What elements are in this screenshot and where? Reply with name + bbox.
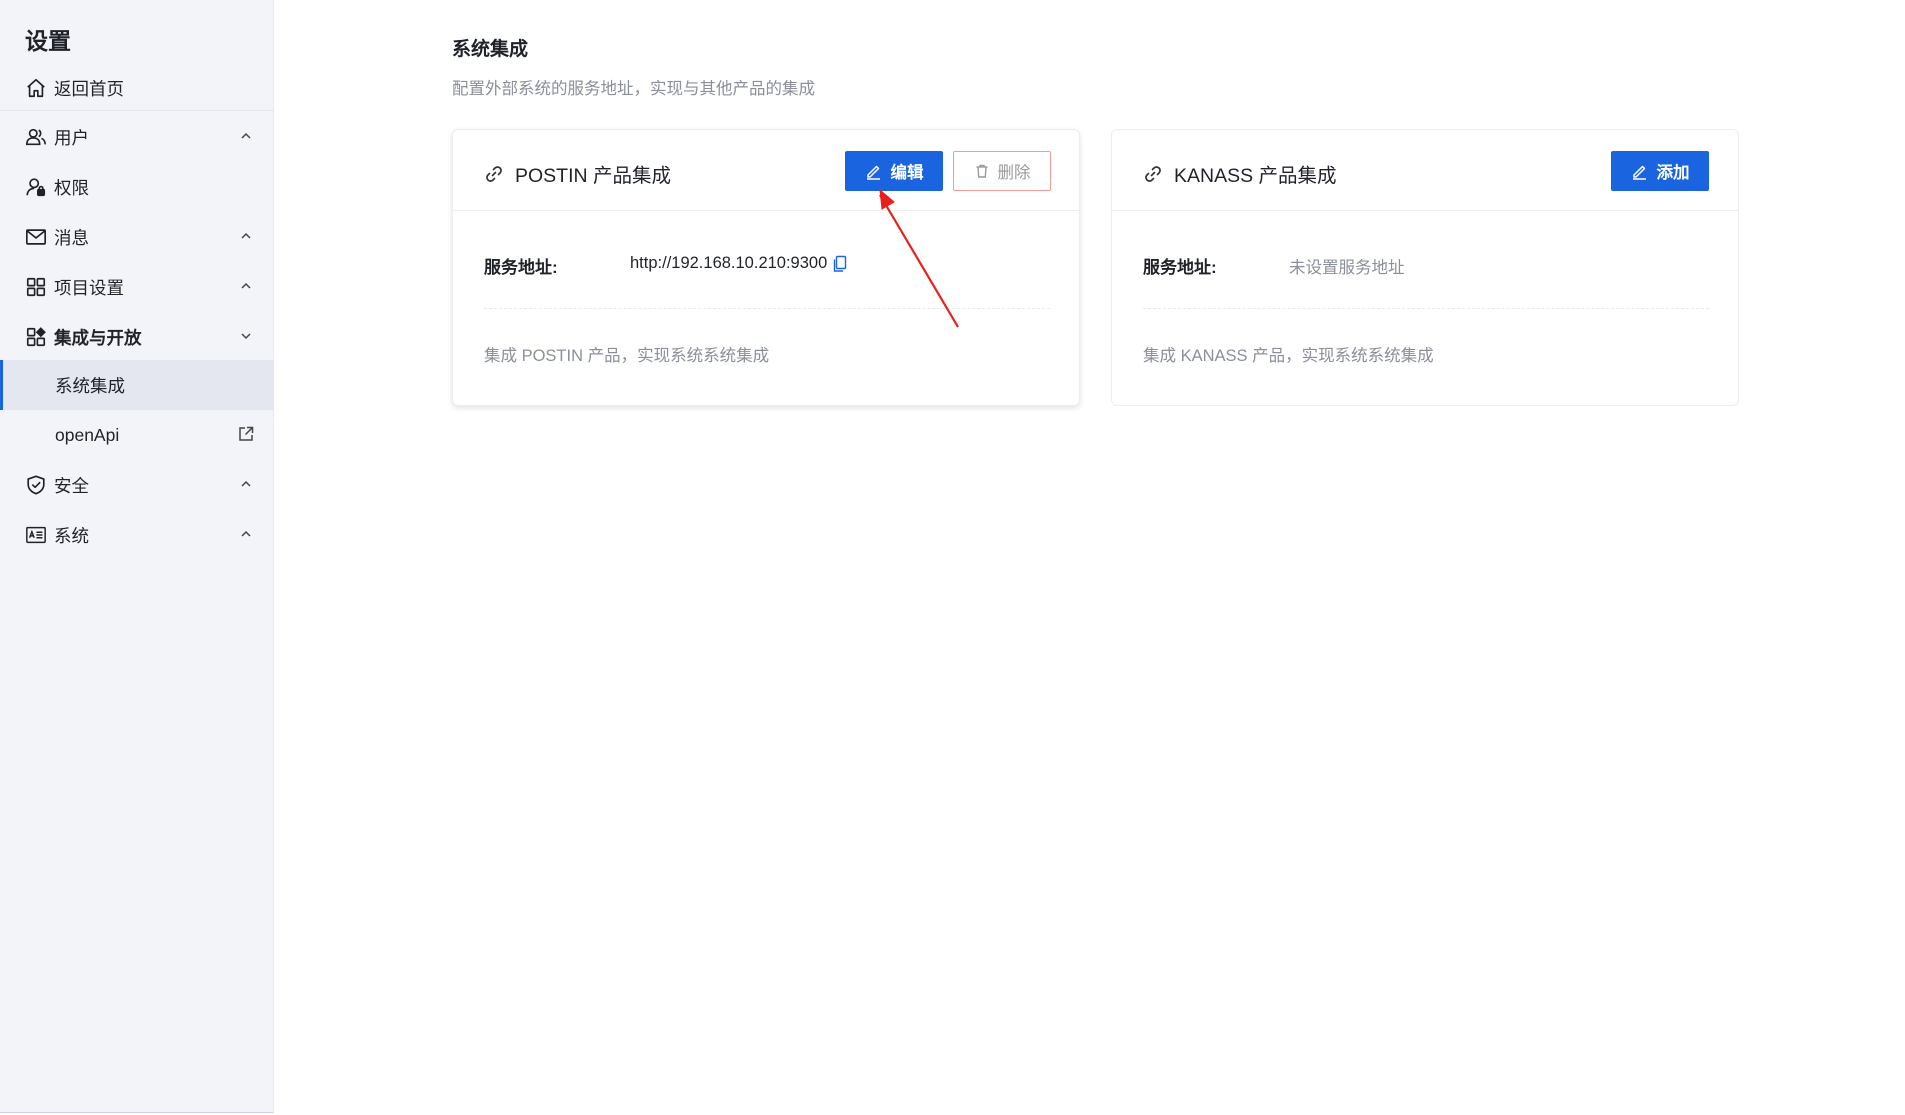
service-address-value: http://192.168.10.210:9300 <box>630 254 848 273</box>
sidebar-title: 设置 <box>25 28 71 54</box>
sidebar-item-label: 安全 <box>54 475 89 496</box>
card-header: KANASS 产品集成 添加 <box>1112 130 1738 211</box>
copy-icon[interactable] <box>832 255 848 273</box>
permission-icon <box>24 175 48 199</box>
sidebar-item-permissions[interactable]: 权限 <box>0 162 274 212</box>
card-title-text: KANASS 产品集成 <box>1174 165 1337 187</box>
card-title-text: POSTIN 产品集成 <box>515 165 672 187</box>
external-link-icon <box>237 425 255 443</box>
trash-icon <box>976 164 987 178</box>
postin-integration-card: POSTIN 产品集成 编辑 删除 服务地址: http://192.168.1… <box>452 129 1080 406</box>
annotation-arrow <box>879 188 959 328</box>
sidebar-item-label: 系统集成 <box>55 375 125 396</box>
sidebar-item-project-settings[interactable]: 项目设置 <box>0 262 274 312</box>
sidebar-item-integration[interactable]: 集成与开放 <box>0 312 274 362</box>
sidebar-item-users[interactable]: 用户 <box>0 112 274 162</box>
sidebar-item-system[interactable]: 系统 <box>0 510 274 560</box>
apps-icon <box>24 325 48 349</box>
chevron-up-icon <box>238 526 254 542</box>
service-address-label: 服务地址: <box>484 258 558 277</box>
delete-button-label: 删除 <box>997 164 1031 182</box>
card-description: 集成 KANASS 产品，实现系统系统集成 <box>1143 347 1434 365</box>
dashed-divider <box>1143 308 1709 309</box>
sidebar-item-label: 权限 <box>54 177 89 198</box>
sidebar-item-label: openApi <box>55 424 120 445</box>
sidebar-item-label: 集成与开放 <box>54 327 142 348</box>
sidebar-item-label: 项目设置 <box>54 277 124 298</box>
add-button-label: 添加 <box>1656 164 1690 182</box>
card-description: 集成 POSTIN 产品，实现系统系统集成 <box>484 347 770 365</box>
sidebar-item-label: 系统 <box>54 525 89 546</box>
sidebar: 设置 返回首页 用户 权限 消息 项目设置 集成与开放 系统集成 openApi… <box>0 0 274 1113</box>
link-icon <box>486 165 502 182</box>
kanass-integration-card: KANASS 产品集成 添加 服务地址: 未设置服务地址 集成 KANASS 产… <box>1111 129 1739 406</box>
page-title: 系统集成 <box>452 39 529 60</box>
user-icon <box>24 125 48 149</box>
sidebar-item-openapi[interactable]: openApi <box>0 410 274 460</box>
chevron-up-icon <box>238 228 254 244</box>
chevron-up-icon <box>238 476 254 492</box>
sidebar-item-security[interactable]: 安全 <box>0 460 274 510</box>
sidebar-item-label: 返回首页 <box>54 78 124 99</box>
chevron-down-icon <box>238 328 254 344</box>
card-title: KANASS 产品集成 <box>1143 159 1337 188</box>
grid-icon <box>24 275 48 299</box>
sidebar-item-messages[interactable]: 消息 <box>0 212 274 262</box>
link-icon <box>1145 165 1161 182</box>
edit-icon <box>866 165 880 180</box>
sidebar-item-label: 消息 <box>54 227 89 248</box>
sidebar-item-home[interactable]: 返回首页 <box>0 63 274 113</box>
card-title: POSTIN 产品集成 <box>484 159 671 188</box>
chevron-up-icon <box>238 278 254 294</box>
sidebar-item-label: 用户 <box>54 127 89 148</box>
card-header: POSTIN 产品集成 编辑 删除 <box>453 130 1079 211</box>
shield-icon <box>24 473 48 497</box>
service-address-value: 未设置服务地址 <box>1289 254 1405 278</box>
id-card-icon <box>24 523 48 547</box>
service-address-text: 未设置服务地址 <box>1289 259 1405 277</box>
add-button[interactable]: 添加 <box>1611 151 1709 191</box>
sidebar-divider <box>0 110 274 111</box>
mail-icon <box>24 225 48 249</box>
home-icon <box>24 76 48 100</box>
page-subtitle: 配置外部系统的服务地址，实现与其他产品的集成 <box>452 80 815 98</box>
edit-icon <box>1632 165 1646 180</box>
service-address-label: 服务地址: <box>1143 258 1217 277</box>
sidebar-item-system-integration[interactable]: 系统集成 <box>0 360 274 410</box>
chevron-up-icon <box>238 128 254 144</box>
service-address-text: http://192.168.10.210:9300 <box>630 254 828 272</box>
